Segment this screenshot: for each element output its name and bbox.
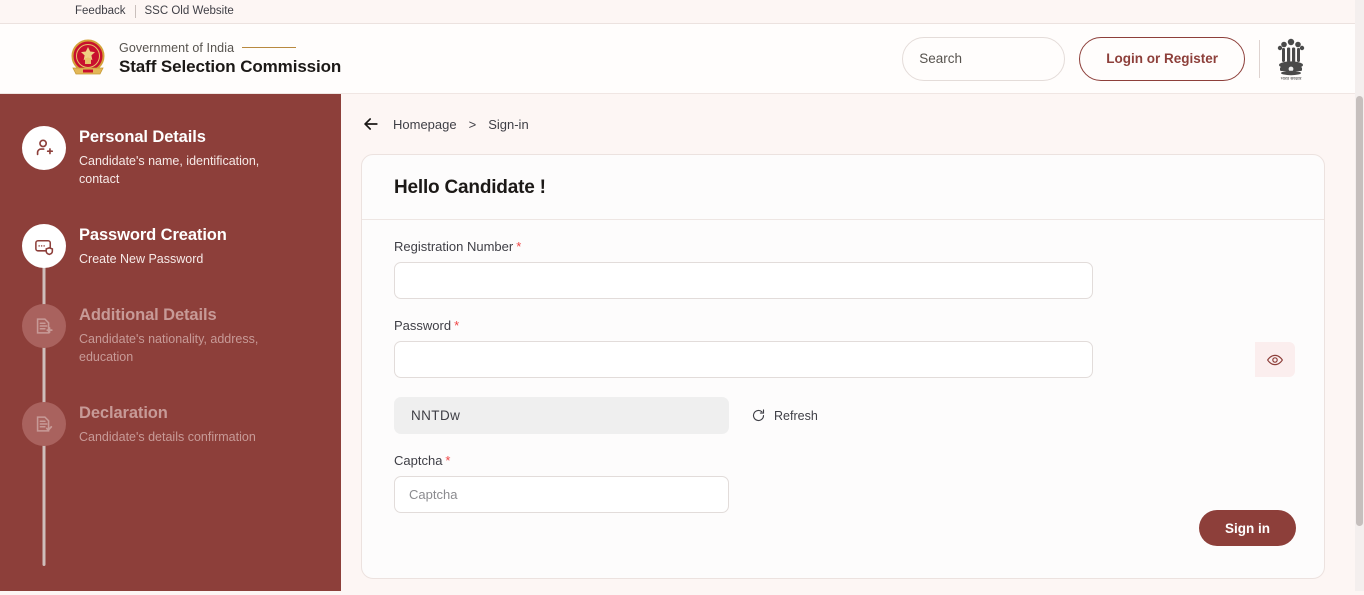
registration-number-label: Registration Number * <box>394 239 1296 254</box>
svg-text:भारत सरकार: भारत सरकार <box>1281 76 1302 81</box>
header-divider <box>1259 39 1260 78</box>
refresh-icon[interactable] <box>751 408 766 423</box>
user-add-icon <box>36 139 54 156</box>
registration-number-field: Registration Number * <box>394 239 1296 299</box>
step-description: Create New Password <box>79 252 204 266</box>
site-header: Government of India Staff Selection Comm… <box>0 24 1364 94</box>
registration-number-input[interactable] <box>394 262 1093 299</box>
sidebar-step-declaration[interactable]: Declaration Candidate's details confirma… <box>0 402 341 446</box>
refresh-captcha-button[interactable]: Refresh <box>751 408 818 423</box>
page-scrollbar[interactable] <box>1355 0 1364 595</box>
page-scrollbar-thumb[interactable] <box>1356 96 1363 526</box>
back-arrow-icon[interactable] <box>361 114 381 134</box>
card-divider <box>362 219 1324 220</box>
gold-rule <box>242 46 297 49</box>
step-text-declaration: Declaration Candidate's details confirma… <box>79 402 256 446</box>
document-add-icon <box>36 318 53 334</box>
organization-name: Staff Selection Commission <box>119 56 342 76</box>
utility-bar: Feedback SSC Old Website <box>0 0 1364 24</box>
password-field: Password * <box>394 318 1296 378</box>
login-or-register-button[interactable]: Login or Register <box>1079 36 1245 81</box>
breadcrumb-separator: > <box>468 116 477 132</box>
step-text-personal-details: Personal Details Candidate's name, ident… <box>79 126 275 188</box>
captcha-label: Captcha * <box>394 453 1296 468</box>
sidebar-step-personal-details[interactable]: Personal Details Candidate's name, ident… <box>0 126 341 188</box>
sign-in-page: Feedback SSC Old Website Government of I… <box>0 0 1364 595</box>
breadcrumb: Homepage > Sign-in <box>361 114 1334 134</box>
search-box[interactable] <box>902 36 1097 81</box>
captcha-input[interactable] <box>394 476 729 513</box>
step-marker-declaration <box>22 402 66 446</box>
brand-block[interactable]: Government of India Staff Selection Comm… <box>68 38 341 80</box>
government-line: Government of India <box>119 41 341 55</box>
breadcrumb-homepage-link[interactable]: Homepage <box>393 117 457 132</box>
government-label: Government of India <box>119 40 235 55</box>
eye-icon[interactable] <box>1266 351 1284 369</box>
sign-in-card: Hello Candidate ! Registration Number * P… <box>361 154 1325 579</box>
step-title: Additional Details <box>79 306 217 324</box>
captcha-code-row: NNTDw Refresh <box>394 397 1296 434</box>
feedback-link[interactable]: Feedback <box>75 5 126 18</box>
refresh-label: Refresh <box>774 408 818 423</box>
main-content: Homepage > Sign-in Hello Candidate ! Reg… <box>341 94 1364 595</box>
ssc-old-website-link[interactable]: SSC Old Website <box>145 5 234 18</box>
header-actions: Login or Register <box>902 36 1308 82</box>
brand-text: Government of India Staff Selection Comm… <box>119 41 341 77</box>
step-title: Declaration <box>79 404 168 422</box>
step-text-additional-details: Additional Details Candidate's nationali… <box>79 304 275 366</box>
card-shield-icon <box>34 239 53 255</box>
step-title: Personal Details <box>79 128 206 146</box>
password-label: Password * <box>394 318 1296 333</box>
password-input-shell <box>394 341 1296 378</box>
page-title: Hello Candidate ! <box>394 177 546 198</box>
required-marker: * <box>454 318 460 333</box>
step-marker-additional-details <box>22 304 66 348</box>
step-marker-personal-details <box>22 126 66 170</box>
step-marker-password-creation <box>22 224 66 268</box>
utility-divider <box>134 5 136 18</box>
step-description: Candidate's nationality, address, educat… <box>79 332 259 364</box>
document-check-icon <box>36 416 53 432</box>
sidebar-step-additional-details[interactable]: Additional Details Candidate's nationali… <box>0 304 341 366</box>
password-label-text: Password <box>394 318 452 333</box>
password-input[interactable] <box>394 341 1093 378</box>
captcha-code-display: NNTDw <box>394 397 729 434</box>
registration-number-input-shell <box>394 262 1296 299</box>
step-description: Candidate's details confirmation <box>79 430 256 444</box>
required-marker: * <box>516 239 522 254</box>
step-title: Password Creation <box>79 226 227 244</box>
required-marker: * <box>445 453 451 468</box>
breadcrumb-current: Sign-in <box>488 116 529 132</box>
registration-stepper-sidebar: Personal Details Candidate's name, ident… <box>0 94 341 595</box>
sidebar-step-password-creation[interactable]: Password Creation Create New Password <box>0 224 341 268</box>
captcha-input-shell <box>394 476 1296 513</box>
ssc-logo-icon <box>71 39 105 74</box>
captcha-label-text: Captcha <box>394 453 443 468</box>
sign-in-button[interactable]: Sign in <box>1199 510 1296 546</box>
step-text-password-creation: Password Creation Create New Password <box>79 224 227 268</box>
national-emblem-icon: भारत सरकार <box>1277 38 1305 81</box>
page-body: Personal Details Candidate's name, ident… <box>0 94 1364 595</box>
page-bottom-edge <box>0 591 1364 595</box>
search-input[interactable] <box>919 51 1097 66</box>
step-description: Candidate's name, identification, contac… <box>79 154 260 186</box>
captcha-field: Captcha * <box>394 453 1296 513</box>
toggle-password-visibility-button[interactable] <box>1255 342 1295 377</box>
registration-number-label-text: Registration Number <box>394 239 514 254</box>
